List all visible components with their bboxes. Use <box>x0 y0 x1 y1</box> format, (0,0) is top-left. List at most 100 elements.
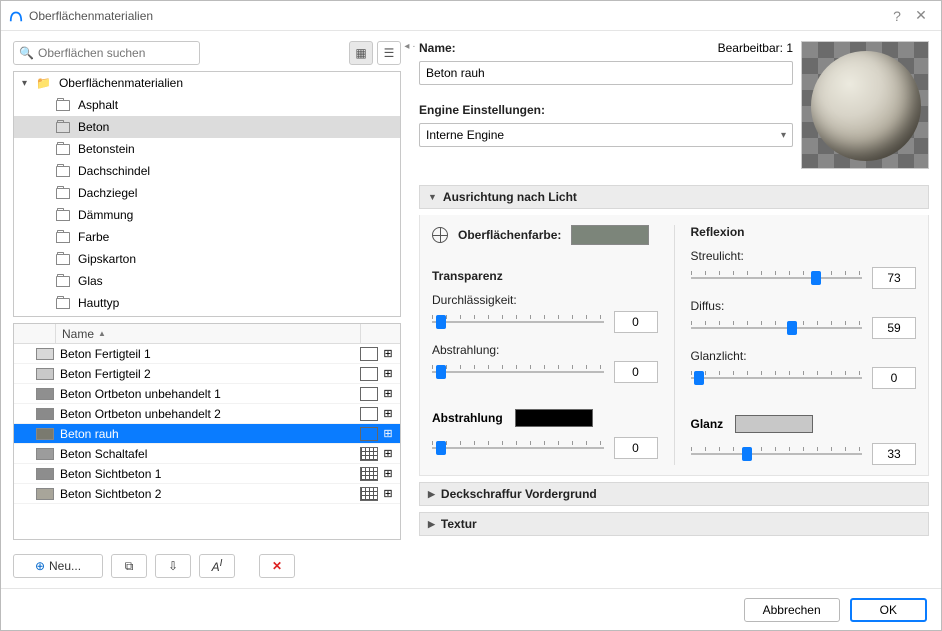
glanz-value[interactable] <box>872 443 916 465</box>
fill-icon <box>360 347 378 361</box>
tree-item-asphalt[interactable]: Asphalt <box>14 94 400 116</box>
folder-icon <box>56 144 70 155</box>
folder-icon <box>56 276 70 287</box>
surface-color-label: Oberflächenfarbe: <box>458 228 561 242</box>
tree-item-gipskarton[interactable]: Gipskarton <box>14 248 400 270</box>
table-row[interactable]: Beton Sichtbeton 2⊞ <box>14 484 400 504</box>
section-light-body: Oberflächenfarbe: Transparenz Durchlässi… <box>419 215 929 476</box>
triangle-right-icon: ▶ <box>428 489 435 500</box>
material-swatch <box>36 448 54 460</box>
name-label: Name: <box>419 41 456 55</box>
tree-item-hauttyp[interactable]: Hauttyp <box>14 292 400 314</box>
grip-icon: ◂ · <box>404 41 415 52</box>
section-light[interactable]: ▼ Ausrichtung nach Licht <box>419 185 929 209</box>
tree-item-dachschindel[interactable]: Dachschindel <box>14 160 400 182</box>
material-table[interactable]: Name▲ Beton Fertigteil 1⊞Beton Fertigtei… <box>13 323 401 540</box>
material-name: Beton rauh <box>60 427 360 441</box>
abstrahlung-slider[interactable] <box>432 363 604 381</box>
right-pane: Name: Bearbeitbar: 1 Engine Einstellunge… <box>419 41 929 578</box>
help-button[interactable]: ? <box>885 8 909 24</box>
engine-select[interactable]: Interne Engine ▾ <box>419 123 793 147</box>
tree-item-beton[interactable]: Beton <box>14 116 400 138</box>
sort-asc-icon: ▲ <box>98 329 106 338</box>
material-name: Beton Ortbeton unbehandelt 2 <box>60 407 360 421</box>
rename-icon: AI <box>212 558 223 574</box>
abstrahlung-bottom-value[interactable] <box>614 437 658 459</box>
texture-icon: ⊞ <box>380 407 396 421</box>
streulicht-label: Streulicht: <box>691 249 917 263</box>
tree-item-glas[interactable]: Glas <box>14 270 400 292</box>
diffus-slider[interactable] <box>691 319 863 337</box>
texture-icon: ⊞ <box>380 487 396 501</box>
table-row[interactable]: Beton Sichtbeton 1⊞ <box>14 464 400 484</box>
tree-item-daemmung[interactable]: Dämmung <box>14 204 400 226</box>
duplicate-button[interactable]: ⧉ <box>111 554 147 578</box>
delete-button[interactable]: ✕ <box>259 554 295 578</box>
folder-icon <box>56 188 70 199</box>
globe-icon <box>432 227 448 243</box>
dialog-window: Oberflächenmaterialien ? ✕ 🔍 ▦ ☰ ▾ 📁 Obe… <box>0 0 942 631</box>
abstrahlung-bottom-slider[interactable] <box>432 439 604 457</box>
material-name: Beton Fertigteil 1 <box>60 347 360 361</box>
glanzlicht-label: Glanzlicht: <box>691 349 917 363</box>
tree-root[interactable]: ▾ 📁 Oberflächenmaterialien <box>14 72 400 94</box>
col-name-label[interactable]: Name <box>62 327 94 341</box>
tree-item-betonstein[interactable]: Betonstein <box>14 138 400 160</box>
rename-button[interactable]: AI <box>199 554 235 578</box>
section-textur[interactable]: ▶ Textur <box>419 512 929 536</box>
texture-icon: ⊞ <box>380 387 396 401</box>
abstrahlung-swatch[interactable] <box>515 409 593 427</box>
import-button[interactable]: ⇩ <box>155 554 191 578</box>
name-input[interactable] <box>419 61 793 85</box>
bottom-toolbar: ⊕Neu... ⧉ ⇩ AI ✕ <box>13 554 401 578</box>
ok-button[interactable]: OK <box>850 598 927 622</box>
section-deckschraffur[interactable]: ▶ Deckschraffur Vordergrund <box>419 482 929 506</box>
view-grid-button[interactable]: ▦ <box>349 41 373 65</box>
close-button[interactable]: ✕ <box>909 7 933 24</box>
import-icon: ⇩ <box>168 559 178 573</box>
material-preview <box>801 41 929 169</box>
abstrahlung-slider-value[interactable] <box>614 361 658 383</box>
glanzlicht-value[interactable] <box>872 367 916 389</box>
tree-item-dachziegel[interactable]: Dachziegel <box>14 182 400 204</box>
diffus-value[interactable] <box>872 317 916 339</box>
cancel-button[interactable]: Abbrechen <box>744 598 840 622</box>
glanz-slider[interactable] <box>691 445 863 463</box>
material-swatch <box>36 468 54 480</box>
table-row[interactable]: Beton Schaltafel⊞ <box>14 444 400 464</box>
material-swatch <box>36 388 54 400</box>
folder-icon <box>56 254 70 265</box>
material-name: Beton Sichtbeton 1 <box>60 467 360 481</box>
triangle-right-icon: ▶ <box>428 519 435 530</box>
pane-divider[interactable]: ◂ · <box>401 41 419 578</box>
editable-info: Bearbeitbar: 1 <box>718 41 793 55</box>
table-row[interactable]: Beton Ortbeton unbehandelt 2 ⊞ <box>14 404 400 424</box>
folder-icon <box>56 100 70 111</box>
table-row[interactable]: Beton rauh⊞ <box>14 424 400 444</box>
folder-tree[interactable]: ▾ 📁 Oberflächenmaterialien Asphalt Beton… <box>13 71 401 317</box>
glanzlicht-slider[interactable] <box>691 369 863 387</box>
search-icon: 🔍 <box>19 46 34 60</box>
delete-icon: ✕ <box>272 559 282 573</box>
new-button[interactable]: ⊕Neu... <box>13 554 103 578</box>
diffus-label: Diffus: <box>691 299 917 313</box>
folder-icon <box>56 166 70 177</box>
tree-item-farbe[interactable]: Farbe <box>14 226 400 248</box>
table-row[interactable]: Beton Fertigteil 2⊞ <box>14 364 400 384</box>
streulicht-slider[interactable] <box>691 269 863 287</box>
table-row[interactable]: Beton Ortbeton unbehandelt 1⊞ <box>14 384 400 404</box>
fill-icon <box>360 367 378 381</box>
transparency-label: Transparenz <box>432 269 658 283</box>
search-input[interactable] <box>13 41 200 65</box>
triangle-down-icon: ▼ <box>428 192 437 202</box>
durchlass-slider[interactable] <box>432 313 604 331</box>
fill-icon <box>360 387 378 401</box>
table-row[interactable]: Beton Fertigteil 1⊞ <box>14 344 400 364</box>
view-list-button[interactable]: ☰ <box>377 41 401 65</box>
streulicht-value[interactable] <box>872 267 916 289</box>
texture-icon: ⊞ <box>380 447 396 461</box>
durchlass-value[interactable] <box>614 311 658 333</box>
glanz-swatch[interactable] <box>735 415 813 433</box>
surface-color-swatch[interactable] <box>571 225 649 245</box>
abstrahlung-bold-label: Abstrahlung <box>432 411 503 425</box>
